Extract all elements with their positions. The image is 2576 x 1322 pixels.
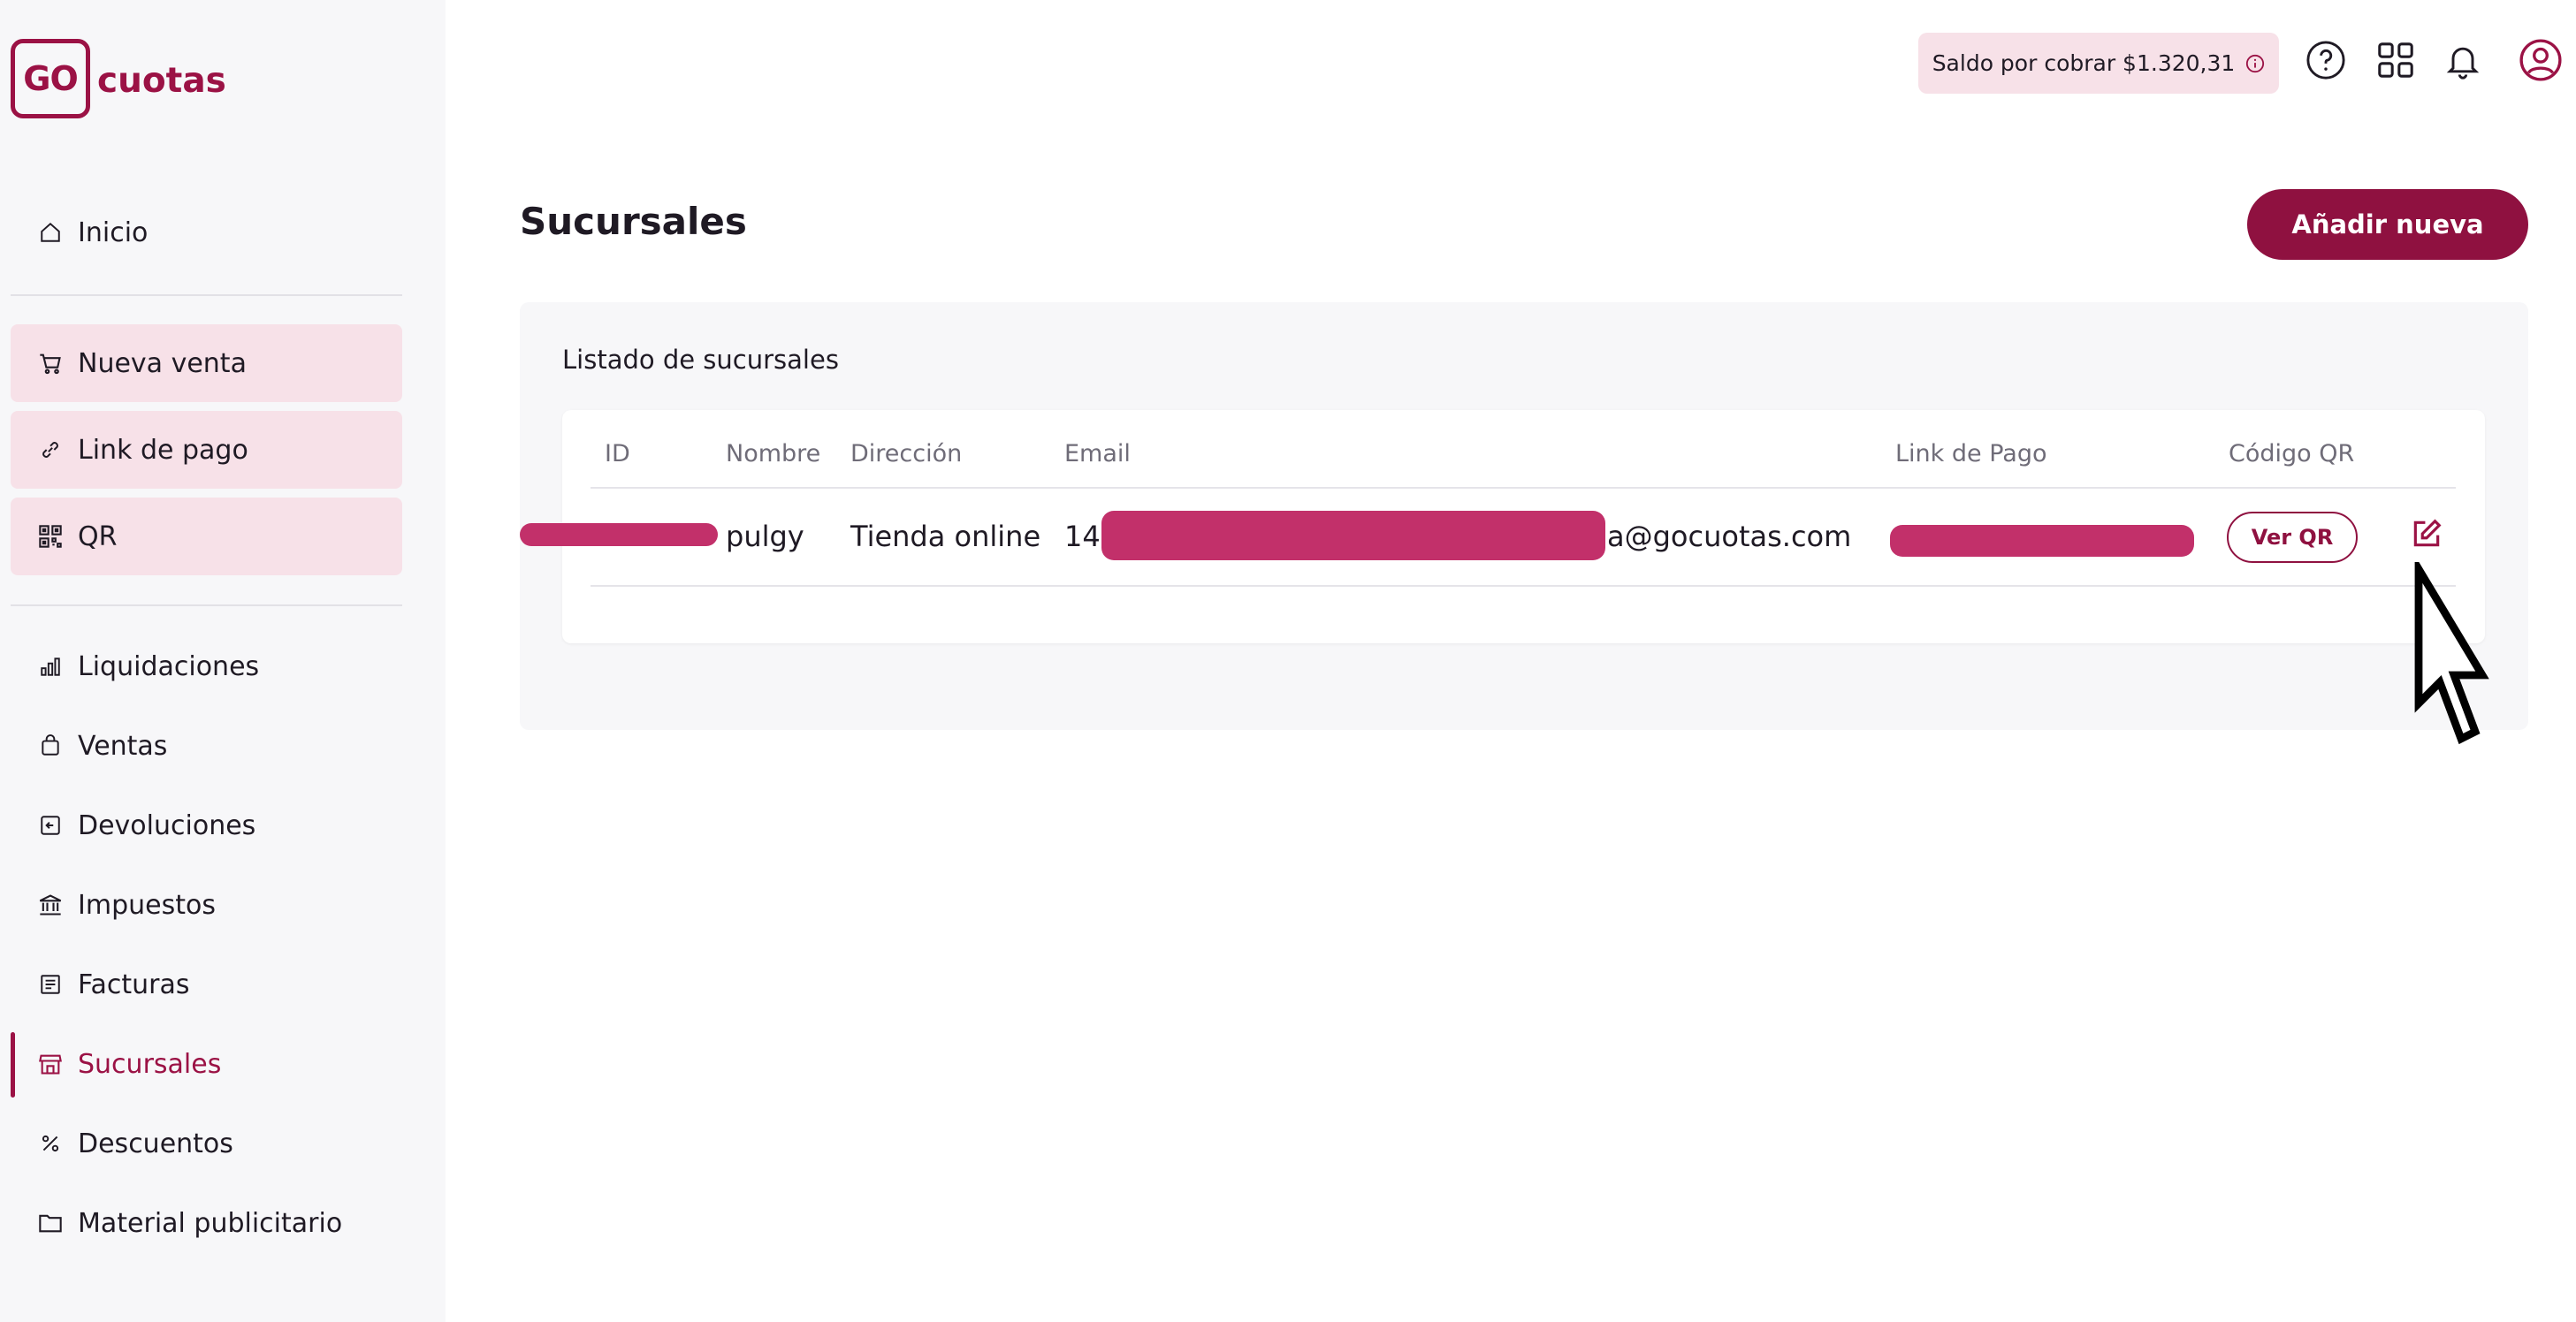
sidebar-item-label: Inicio: [78, 217, 149, 248]
edit-icon[interactable]: [2409, 516, 2444, 551]
user-avatar-icon[interactable]: [2518, 37, 2564, 83]
bag-icon: [37, 733, 64, 759]
sidebar-item-facturas[interactable]: Facturas: [11, 946, 402, 1023]
sidebar-item-label: Sucursales: [78, 1048, 222, 1080]
sidebar-item-label: QR: [78, 520, 118, 552]
sidebar-item-label: Ventas: [78, 730, 168, 762]
redacted-link: [1890, 525, 2194, 557]
row-divider: [591, 585, 2456, 587]
sidebar-divider: [11, 604, 402, 606]
logo-text: cuotas: [97, 60, 226, 101]
percent-icon: [37, 1130, 64, 1157]
sidebar-item-impuestos[interactable]: Impuestos: [11, 866, 402, 944]
column-header-email: Email: [1064, 440, 1131, 467]
sidebar-divider: [11, 294, 402, 296]
bell-icon[interactable]: [2440, 37, 2486, 83]
redacted-id: [520, 523, 718, 546]
sidebar-item-inicio[interactable]: Inicio: [11, 194, 402, 271]
home-icon: [37, 219, 64, 246]
link-icon: [37, 437, 64, 463]
qr-icon: [37, 523, 64, 550]
mouse-pointer-icon: [2414, 562, 2489, 745]
column-header-direccion: Dirección: [850, 440, 963, 467]
invoice-icon: [37, 971, 64, 998]
sidebar-item-label: Facturas: [78, 969, 190, 1000]
list-title: Listado de sucursales: [562, 345, 839, 375]
header-divider: [591, 487, 2456, 489]
apps-grid-icon[interactable]: [2373, 37, 2419, 83]
sidebar-item-link-de-pago[interactable]: Link de pago: [11, 411, 402, 489]
column-header-qr: Código QR: [2229, 440, 2355, 467]
saldo-badge[interactable]: Saldo por cobrar $1.320,31: [1918, 33, 2279, 94]
sidebar-item-nueva-venta[interactable]: Nueva venta: [11, 324, 402, 402]
sidebar-item-devoluciones[interactable]: Devoluciones: [11, 786, 402, 864]
ver-qr-button[interactable]: Ver QR: [2227, 512, 2358, 563]
cell-direccion: Tienda online: [850, 520, 1041, 553]
sidebar-item-label: Material publicitario: [78, 1207, 343, 1239]
column-header-nombre: Nombre: [726, 440, 821, 467]
cell-email-suffix: a@gocuotas.com: [1607, 520, 1852, 553]
bank-icon: [37, 892, 64, 918]
store-icon: [37, 1051, 64, 1077]
page-title: Sucursales: [520, 200, 747, 243]
sidebar-item-ventas[interactable]: Ventas: [11, 707, 402, 785]
saldo-label: Saldo por cobrar $1.320,31: [1932, 50, 2236, 76]
sidebar-item-label: Link de pago: [78, 434, 248, 466]
logo-box: GO: [11, 39, 90, 118]
sidebar-item-material-publicitario[interactable]: Material publicitario: [11, 1184, 402, 1262]
sidebar-item-label: Nueva venta: [78, 347, 247, 379]
info-icon[interactable]: [2245, 54, 2265, 73]
sidebar-item-label: Liquidaciones: [78, 650, 260, 682]
folder-icon: [37, 1210, 64, 1236]
sidebar-item-descuentos[interactable]: Descuentos: [11, 1105, 402, 1182]
column-header-link: Link de Pago: [1895, 440, 2047, 467]
sidebar-item-label: Devoluciones: [78, 809, 256, 841]
gocuotas-logo[interactable]: GO cuotas: [11, 39, 226, 118]
cart-icon: [37, 350, 64, 376]
add-branch-button[interactable]: Añadir nueva: [2247, 189, 2528, 260]
sidebar-item-label: Descuentos: [78, 1128, 233, 1159]
sidebar: GO cuotas Inicio Nueva venta Link de pag…: [0, 0, 446, 1322]
return-icon: [37, 812, 64, 839]
help-icon[interactable]: [2303, 37, 2349, 83]
sidebar-item-qr[interactable]: QR: [11, 498, 402, 575]
sidebar-item-sucursales[interactable]: Sucursales: [11, 1025, 402, 1103]
redacted-email: [1101, 511, 1605, 560]
sidebar-item-label: Impuestos: [78, 889, 216, 921]
bar-chart-icon: [37, 653, 64, 680]
sidebar-item-liquidaciones[interactable]: Liquidaciones: [11, 627, 402, 705]
column-header-id: ID: [605, 440, 630, 467]
cell-nombre: pulgy: [726, 520, 804, 553]
